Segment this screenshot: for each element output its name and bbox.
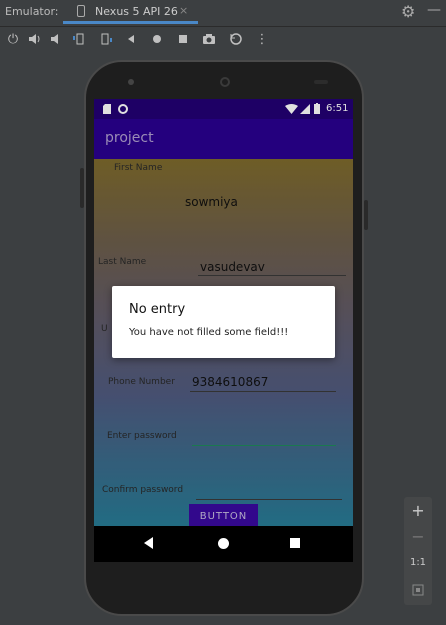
emulator-topbar: Emulator: Nexus 5 API 26 × ⚙ — — [0, 0, 446, 24]
nav-back-icon[interactable] — [144, 537, 153, 549]
volume-side-button — [80, 168, 84, 208]
rotate-right-icon[interactable] — [96, 30, 114, 48]
rotate-left-icon[interactable] — [71, 30, 89, 48]
dialog-title: No entry — [129, 302, 186, 317]
overview-icon[interactable] — [174, 30, 192, 48]
tab-close-icon[interactable]: × — [179, 4, 188, 17]
zoom-1to1-button[interactable]: 1:1 — [404, 557, 432, 568]
volume-down-icon[interactable] — [48, 30, 66, 48]
earpiece-icon — [220, 77, 230, 87]
volume-up-icon[interactable] — [26, 30, 44, 48]
device-tab-label: Nexus 5 API 26 — [95, 5, 178, 18]
minimize-icon[interactable]: — — [427, 2, 441, 18]
zoom-in-button[interactable]: + — [404, 501, 432, 520]
nav-bar — [94, 526, 353, 562]
more-icon[interactable]: ⋮ — [253, 30, 271, 48]
phone-icon — [77, 5, 85, 17]
nav-home-icon[interactable] — [218, 538, 229, 549]
sensor-icon — [314, 80, 328, 84]
front-camera-icon — [128, 79, 134, 85]
emulator-label: Emulator: — [5, 5, 59, 18]
device-tab[interactable]: Nexus 5 API 26 × — [63, 0, 198, 24]
home-icon[interactable] — [148, 30, 166, 48]
nav-recents-icon[interactable] — [290, 538, 300, 548]
zoom-panel: + − 1:1 — [404, 497, 432, 605]
zoom-out-button[interactable]: − — [404, 527, 432, 546]
camera-icon[interactable] — [200, 30, 218, 48]
alert-dialog: No entry You have not filled some field!… — [112, 286, 335, 358]
dialog-message: You have not filled some field!!! — [129, 327, 289, 338]
zoom-fit-icon[interactable] — [404, 581, 432, 600]
gear-icon[interactable]: ⚙ — [401, 2, 415, 21]
power-side-button — [364, 200, 368, 230]
power-icon[interactable]: ⏻ — [4, 30, 22, 48]
device-screen: 6:51 project First Name sowmiya Last Nam… — [94, 99, 353, 562]
emulator-toolbar — [0, 26, 446, 53]
replay-icon[interactable] — [227, 30, 245, 48]
tab-active-indicator — [63, 21, 198, 24]
back-icon[interactable] — [122, 30, 140, 48]
